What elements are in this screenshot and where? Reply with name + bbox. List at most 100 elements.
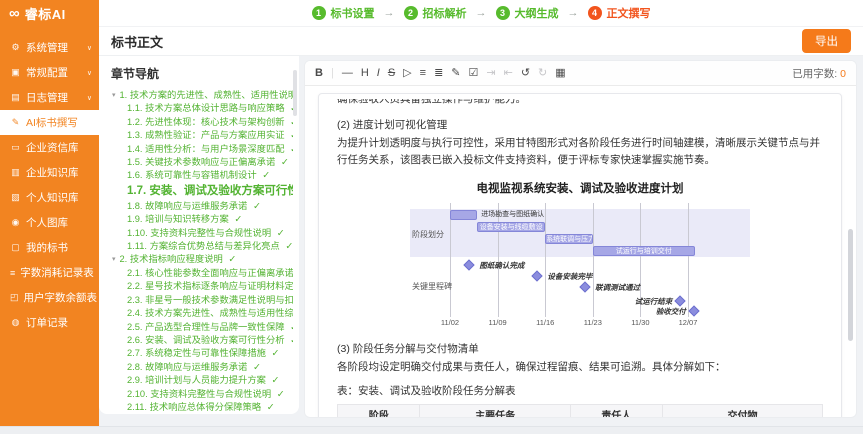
chapter-title: 2.3. 非星号一般技术参数满足性说明与扣分规避机制: [127, 295, 293, 305]
gantt-axis-tick: 11/23: [584, 317, 602, 329]
undo-icon[interactable]: ↺: [521, 68, 530, 79]
chapter-nav-item[interactable]: ▾2. 技术指标响应程度说明 ✓: [112, 253, 293, 266]
gantt-axis-tick: 11/02: [441, 317, 459, 329]
chapter-title: 2.8. 故障响应与运维服务承诺: [127, 362, 247, 372]
sidebar-item-list[interactable]: ≡字数消耗记录表: [0, 260, 99, 285]
chapter-nav-item[interactable]: 1.1. 技术方案总体设计思路与响应策略 ✓: [112, 102, 293, 115]
edit-icon[interactable]: ✎: [451, 68, 460, 79]
table-icon[interactable]: ▦: [555, 68, 565, 79]
gantt-task-bar[interactable]: 试运行与培训交付: [593, 246, 695, 256]
step-1[interactable]: 1标书设置: [312, 5, 375, 21]
export-button[interactable]: 导出: [802, 29, 851, 53]
chapter-nav-item[interactable]: 2.9. 培训计划与人员能力提升方案 ✓: [112, 374, 293, 387]
doc-paragraph-3: 各阶段均设定明确交付成果与责任人，确保过程留痕、结果可追溯。具体分解如下：: [337, 359, 823, 376]
chapter-nav-item[interactable]: 1.8. 故障响应与运维服务承诺 ✓: [112, 200, 293, 213]
sidebar-item-order[interactable]: ◍订单记录: [0, 310, 99, 335]
check-icon: ✓: [269, 348, 279, 358]
chapter-nav-item[interactable]: 2.10. 支持资料完整性与合规性说明 ✓: [112, 388, 293, 401]
step-arrow-icon: →: [476, 7, 487, 19]
gantt-milestone-diamond[interactable]: [464, 259, 475, 270]
chapter-nav-item[interactable]: 1.4. 适用性分析：与用户场景深度匹配 ✓: [112, 143, 293, 156]
chapter-nav-item[interactable]: 2.6. 安装、调试及验收方案可行性分析 ✓: [112, 334, 293, 347]
step-3[interactable]: 3 大纲生成: [496, 5, 559, 21]
stepper-bar: 1标书设置→2招标解析→3大纲生成→4正文撰写: [99, 0, 863, 27]
page-title: 标书正文: [111, 32, 163, 51]
chapter-nav-item[interactable]: 2.2. 星号技术指标逐条响应与证明材料定位 ✓: [112, 280, 293, 293]
sidebar-item-library[interactable]: ▥企业知识库: [0, 160, 99, 185]
chapter-nav-item[interactable]: 2.11. 技术响应总体得分保障策略 ✓: [112, 401, 293, 414]
sidebar-item-folder[interactable]: ▭企业资信库: [0, 135, 99, 160]
chapter-title: 2.10. 支持资料完整性与合规性说明: [127, 389, 271, 399]
step-label: 大纲生成: [515, 5, 559, 21]
task-list-icon[interactable]: ☑: [469, 68, 479, 79]
chapter-nav-item[interactable]: 2.7. 系统稳定性与可靠性保障措施 ✓: [112, 347, 293, 360]
gantt-milestone-diamond[interactable]: [675, 295, 686, 306]
list-icon: ≡: [10, 268, 15, 278]
gantt-milestone-diamond[interactable]: [532, 270, 543, 281]
bold-icon[interactable]: B: [315, 68, 323, 79]
gantt-task-bar[interactable]: [450, 210, 477, 220]
chapter-title: 1.2. 先进性体现：核心技术与架构创新: [127, 117, 285, 127]
chapter-nav-item[interactable]: 2.1. 核心性能参数全面响应与正偏离承诺 ✓: [112, 267, 293, 280]
gantt-task-bar[interactable]: 系统联调与压力测试: [545, 234, 593, 244]
chapter-title: 1.9. 培训与知识转移方案: [127, 214, 229, 224]
step-2[interactable]: 2招标解析: [404, 5, 467, 21]
document-page[interactable]: 确保验收人员具备独立操作与维护能力。 (2) 进度计划可视化管理 为提升计划透明…: [318, 93, 842, 418]
horizontal-rule-icon[interactable]: —: [342, 68, 353, 79]
gantt-task-bar[interactable]: 设备安装与线缆敷设: [477, 222, 545, 232]
gantt-axis-tick: 12/07: [679, 317, 698, 329]
strikethrough-icon[interactable]: S: [388, 68, 395, 79]
step-arrow-icon: →: [568, 7, 579, 19]
chapter-nav-item[interactable]: 2.4. 技术方案先进性、成熟性与适用性综合阐述 ✓: [112, 307, 293, 320]
chapter-title: 2.9. 培训计划与人员能力提升方案: [127, 375, 266, 385]
gantt-milestone-label: 联调测试通过: [595, 283, 640, 293]
table-header-cell: 主要任务: [420, 405, 570, 418]
log-icon: ▤: [10, 92, 21, 103]
sidebar-item-label: 系统管理: [26, 40, 68, 55]
sidebar-item-label: 订单记录: [26, 315, 68, 330]
sidebar-item-image[interactable]: ◉个人图库: [0, 210, 99, 235]
chapter-title: 2.7. 系统稳定性与可靠性保障措施: [127, 348, 266, 358]
title-bar: 标书正文 导出: [99, 27, 863, 56]
toolbar-divider: |: [331, 67, 334, 79]
editor-toolbar: B|—HIS▷≡≣✎☑⇥⇤↺↻▦ 已用字数:0: [305, 61, 856, 86]
footer-strip: [0, 426, 863, 434]
sidebar-item-pencil[interactable]: ✎AI标书撰写: [0, 110, 99, 135]
chapter-nav-item[interactable]: ▾1. 技术方案的先进性、成熟性、适用性说明 ✓: [112, 89, 293, 102]
chapter-nav-scrollbar[interactable]: [293, 70, 297, 116]
chapter-title: 1.3. 成熟性验证：产品与方案应用实证: [127, 130, 285, 140]
chapter-nav-item[interactable]: 1.9. 培训与知识转移方案 ✓: [112, 213, 293, 226]
quote-icon[interactable]: ▷: [403, 68, 411, 79]
heading-icon[interactable]: H: [361, 68, 369, 79]
ordered-list-icon[interactable]: ≣: [434, 68, 443, 79]
step-4[interactable]: 4正文撰写: [588, 5, 651, 21]
gantt-milestone-diamond[interactable]: [579, 281, 590, 292]
italic-icon[interactable]: I: [377, 68, 380, 79]
chapter-nav-item[interactable]: 2.3. 非星号一般技术参数满足性说明与扣分规避机制 ✓: [112, 294, 293, 307]
sidebar-item-file[interactable]: ▢我的标书: [0, 235, 99, 260]
chapter-nav-item[interactable]: 1.2. 先进性体现：核心技术与架构创新 ✓: [112, 116, 293, 129]
chapter-nav-item[interactable]: 2.8. 故障响应与运维服务承诺 ✓: [112, 361, 293, 374]
chapter-nav-item[interactable]: 2.5. 产品选型合理性与品牌一致性保障 ✓: [112, 321, 293, 334]
gantt-milestone-diamond[interactable]: [688, 305, 699, 316]
gantt-title: 电视监视系统安装、调试及验收进度计划: [410, 180, 750, 198]
chapter-nav-item[interactable]: 1.3. 成熟性验证：产品与方案应用实证 ✓: [112, 129, 293, 142]
step-number-badge: 1: [312, 6, 326, 20]
chapter-nav-item[interactable]: 1.10. 支持资料完整性与合规性说明 ✓: [112, 227, 293, 240]
logo-text: 睿标AI: [25, 4, 66, 23]
gantt-gridline: [545, 203, 546, 317]
sidebar-item-gear[interactable]: ⚙系统管理∨: [0, 35, 99, 60]
chapter-nav-item[interactable]: 1.7. 安装、调试及验收方案可行性论证 ✓: [112, 183, 293, 200]
sidebar-item-document[interactable]: ▧个人知识库: [0, 185, 99, 210]
editor-scrollbar[interactable]: [848, 229, 853, 341]
chapter-nav-item[interactable]: 1.6. 系统可靠性与容错机制设计 ✓: [112, 169, 293, 182]
sidebar-item-log[interactable]: ▤日志管理∨: [0, 85, 99, 110]
sidebar-item-grid[interactable]: ▣常规配置∨: [0, 60, 99, 85]
sidebar-item-user[interactable]: ◰用户字数余额表: [0, 285, 99, 310]
gantt-block: 电视监视系统安装、调试及验收进度计划 11/0211/0911/1611/231…: [410, 180, 750, 330]
chapter-nav-item[interactable]: 1.5. 关键技术参数响应与正偏离承诺 ✓: [112, 156, 293, 169]
chevron-down-icon: ∨: [87, 69, 92, 77]
step-number-badge: 3: [496, 6, 510, 20]
chapter-nav-item[interactable]: 1.11. 方案综合优势总结与差异化亮点 ✓: [112, 240, 293, 253]
bullet-list-icon[interactable]: ≡: [420, 68, 426, 79]
